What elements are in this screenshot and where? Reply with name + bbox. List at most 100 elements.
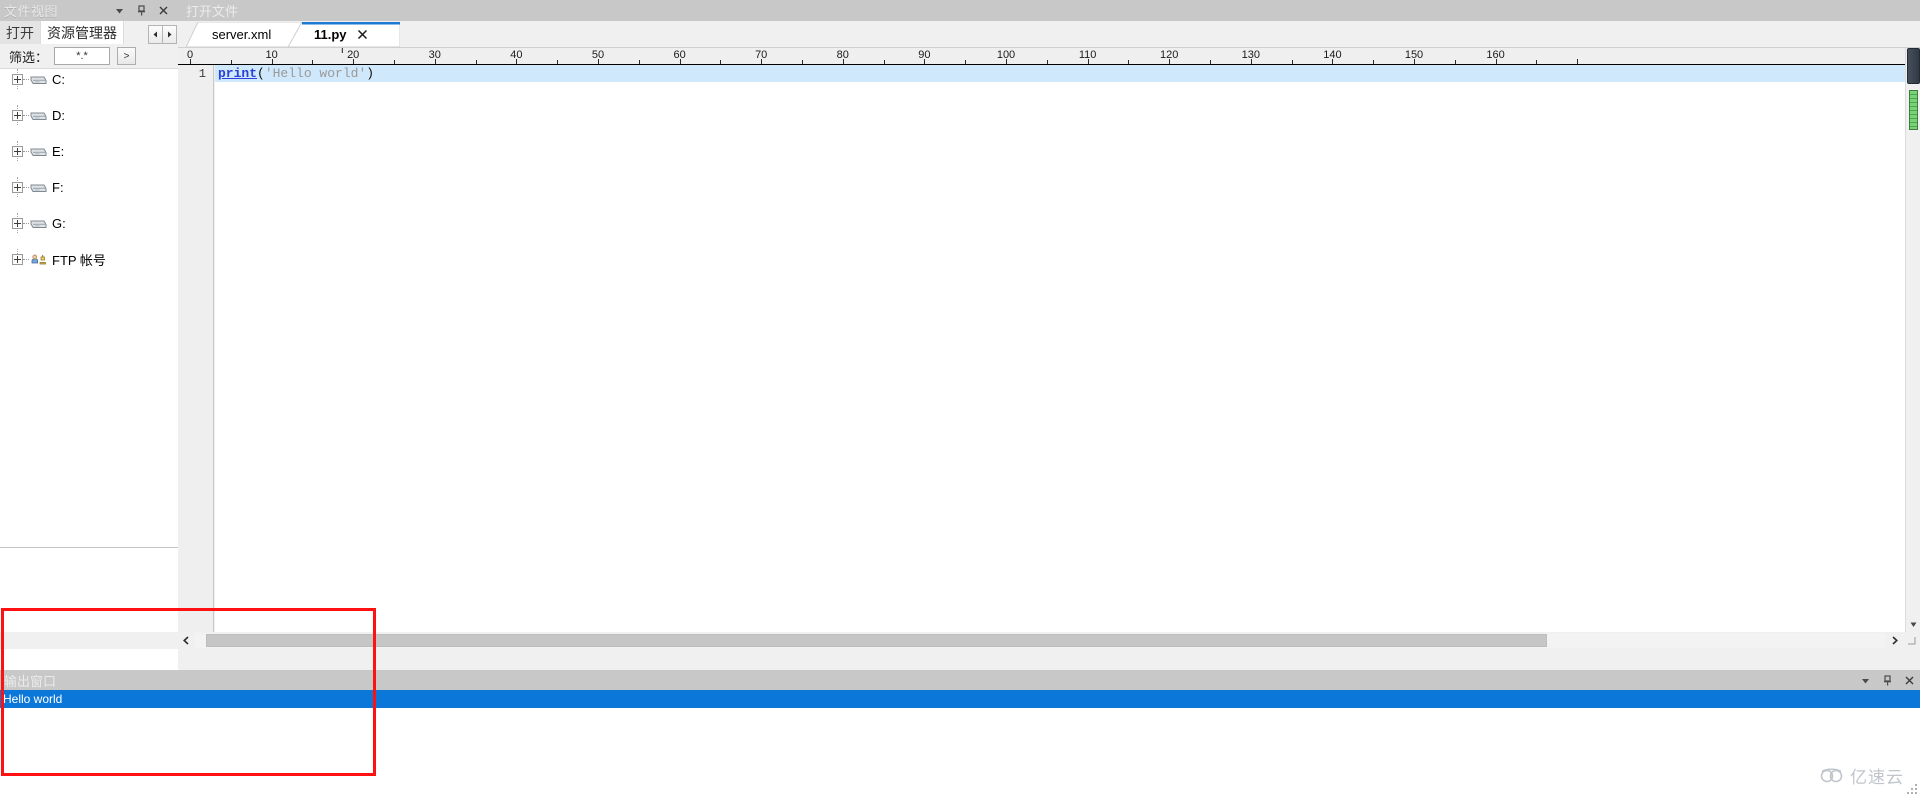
ruler-label: 90 bbox=[918, 49, 931, 61]
ruler-label: 40 bbox=[510, 49, 523, 61]
expand-icon[interactable] bbox=[12, 145, 23, 157]
scroll-left-icon[interactable] bbox=[178, 632, 195, 649]
editor-horizontal-scrollbar[interactable] bbox=[178, 632, 1920, 649]
drive-icon bbox=[29, 143, 48, 159]
code-line[interactable]: print ( 'Hello world' ) bbox=[215, 65, 1905, 82]
ruler-minor-tick bbox=[1291, 60, 1293, 64]
tree-item-d[interactable]: D: bbox=[0, 105, 178, 125]
ruler-minor-tick bbox=[475, 60, 477, 64]
ruler-major-tick bbox=[1577, 59, 1579, 64]
ruler-label: 10 bbox=[265, 49, 278, 61]
ruler-minor-tick bbox=[802, 60, 803, 64]
sidebar-tab-next-button[interactable] bbox=[162, 24, 177, 44]
filter-input[interactable] bbox=[54, 47, 111, 65]
vertical-scrollbar-marker bbox=[1909, 90, 1918, 130]
tree-item-e[interactable]: E: bbox=[0, 141, 178, 161]
ruler-label: 130 bbox=[1241, 49, 1260, 61]
ruler-label: 0 bbox=[186, 49, 194, 61]
ruler-minor-tick bbox=[1046, 60, 1048, 64]
line-number: 1 bbox=[198, 67, 206, 81]
ruler-minor-tick bbox=[965, 60, 967, 64]
sidebar-tab-open[interactable]: 打开 bbox=[0, 21, 41, 44]
editor-tab-close-icon[interactable] bbox=[357, 29, 368, 40]
editor-tab-server-xml[interactable]: server.xml bbox=[186, 22, 322, 47]
ruler-tab-stop-icon: T bbox=[339, 48, 346, 56]
sidebar-tab-open-label: 打开 bbox=[6, 24, 34, 41]
filter-go-label: > bbox=[123, 50, 130, 62]
output-pin-icon[interactable] bbox=[1881, 674, 1894, 687]
filter-label: 筛选： bbox=[9, 49, 49, 65]
tree-item-g[interactable]: G: bbox=[0, 213, 178, 233]
ruler-minor-tick bbox=[720, 60, 722, 64]
vertical-scrollbar-thumb[interactable] bbox=[1907, 48, 1920, 84]
application-window: 文件视图 打开 资源管理器 筛选： *.* > C: D: E: F: G: F… bbox=[0, 0, 1920, 796]
ruler-label: 30 bbox=[428, 49, 441, 61]
ruler-minor-tick bbox=[1373, 60, 1375, 64]
tree-item-label: D: bbox=[52, 107, 65, 123]
expand-icon[interactable] bbox=[12, 253, 23, 265]
tree-item-f[interactable]: F: bbox=[0, 177, 178, 197]
ruler-minor-tick bbox=[1454, 60, 1456, 64]
output-close-icon[interactable] bbox=[1903, 674, 1916, 687]
open-files-caption-bar: 打开文件 bbox=[178, 0, 1920, 21]
editor-vertical-scrollbar[interactable] bbox=[1905, 48, 1920, 632]
tree-item-label: G: bbox=[52, 215, 66, 231]
ruler-label: 70 bbox=[755, 49, 768, 61]
filter-go-button[interactable]: > bbox=[117, 47, 137, 65]
tree-item-label: C: bbox=[52, 71, 65, 87]
ruler-label: 110 bbox=[1078, 49, 1097, 61]
ftp-account-icon bbox=[29, 251, 48, 267]
ruler-minor-tick bbox=[1128, 60, 1130, 64]
ruler-label: 80 bbox=[836, 49, 849, 61]
ruler-label: 160 bbox=[1486, 49, 1505, 61]
output-line[interactable]: Hello world bbox=[0, 690, 1920, 708]
ruler-minor-tick bbox=[394, 60, 395, 64]
pane-resize-grip[interactable] bbox=[1903, 632, 1920, 649]
sidebar-tab-explorer-label: 资源管理器 bbox=[47, 24, 117, 41]
editor-tab-11-py[interactable]: 11.py bbox=[288, 22, 400, 47]
sidebar-tab-explorer[interactable]: 资源管理器 bbox=[41, 21, 124, 44]
ruler-label: 140 bbox=[1323, 49, 1342, 61]
ruler-minor-tick bbox=[1210, 60, 1211, 64]
ruler-label: 120 bbox=[1160, 49, 1179, 61]
expand-icon[interactable] bbox=[12, 73, 23, 85]
ruler-label: 150 bbox=[1404, 49, 1424, 61]
code-token-paren-close: ) bbox=[366, 66, 375, 81]
editor-tabbar: server.xml 11.py bbox=[178, 21, 1920, 48]
expand-icon[interactable] bbox=[12, 217, 23, 229]
code-editor-area[interactable]: print ( 'Hello world' ) bbox=[215, 65, 1905, 632]
editor-tab-server-xml-label: server.xml bbox=[212, 27, 272, 42]
scroll-right-icon[interactable] bbox=[1886, 632, 1903, 649]
tree-item-ftp-account[interactable]: FTP 帐号 bbox=[0, 249, 178, 269]
sidebar-tab-prev-button[interactable] bbox=[148, 24, 163, 44]
cloud-icon bbox=[1819, 767, 1845, 784]
expand-icon[interactable] bbox=[12, 109, 23, 121]
drive-icon bbox=[29, 215, 48, 231]
code-token-string: 'Hello world' bbox=[264, 66, 367, 81]
code-token-keyword: print bbox=[218, 66, 258, 81]
ruler-label: 20 bbox=[347, 49, 360, 61]
drive-tree[interactable]: C: D: E: F: G: FTP 帐号 bbox=[0, 68, 178, 547]
scroll-down-icon[interactable] bbox=[1906, 617, 1920, 632]
watermark-text: 亿速云 bbox=[1850, 768, 1904, 787]
editor-gutter: 1 bbox=[178, 65, 214, 632]
file-view-tabbar: 打开 资源管理器 bbox=[0, 21, 178, 44]
horizontal-scrollbar-thumb[interactable] bbox=[206, 634, 1547, 647]
ruler-label: 50 bbox=[591, 49, 605, 61]
file-view-pin-icon[interactable] bbox=[135, 4, 148, 17]
output-panel-title: 输出窗口 bbox=[4, 673, 57, 689]
window-resize-grip[interactable] bbox=[1905, 782, 1919, 796]
tree-item-c[interactable]: C: bbox=[0, 69, 178, 89]
expand-icon[interactable] bbox=[12, 181, 23, 193]
ruler-minor-tick bbox=[638, 60, 640, 64]
file-view-close-icon[interactable] bbox=[157, 4, 170, 17]
drive-icon bbox=[29, 71, 48, 87]
horizontal-scrollbar-track[interactable] bbox=[195, 633, 1886, 648]
file-view-dropdown-icon[interactable] bbox=[113, 4, 126, 17]
ruler-minor-tick bbox=[312, 60, 314, 64]
output-dropdown-icon[interactable] bbox=[1859, 674, 1872, 687]
output-panel-caption-bar: 输出窗口 bbox=[0, 670, 1920, 690]
drive-icon bbox=[29, 107, 48, 123]
editor-ruler: 0 10 20 30 40 50 60 70 80 90 100 110 120 130 140 150 160… bbox=[178, 48, 1920, 65]
output-panel-body[interactable]: Hello world bbox=[0, 690, 1920, 796]
